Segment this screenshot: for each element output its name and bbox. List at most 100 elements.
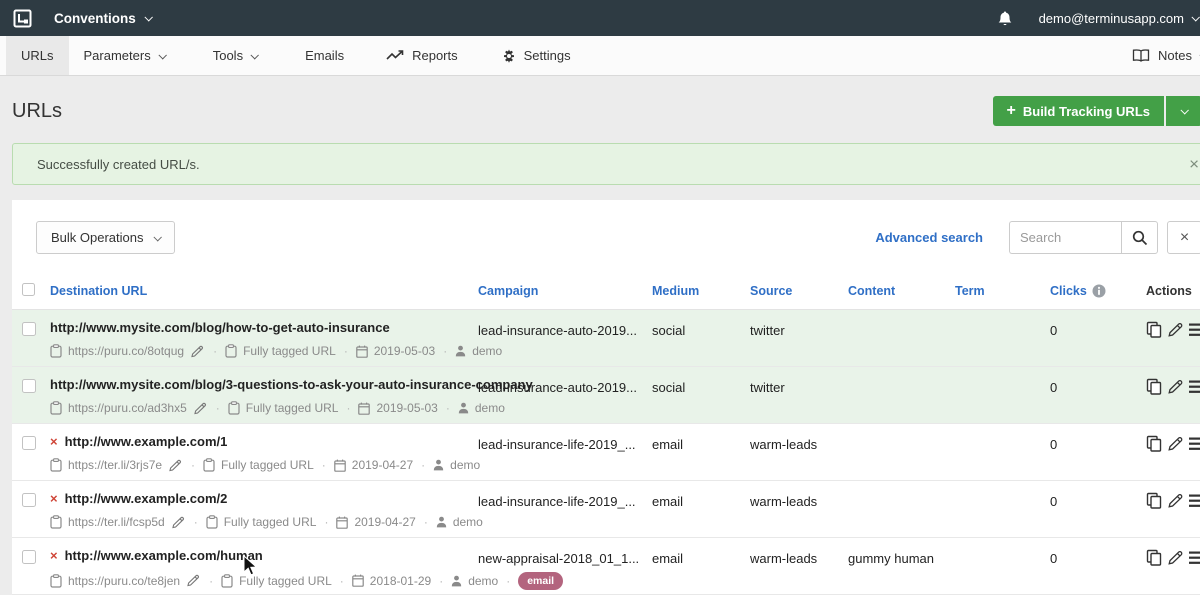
- short-url-link[interactable]: https://puru.co/8otqug: [68, 344, 184, 358]
- column-header-campaign[interactable]: Campaign: [478, 275, 652, 310]
- menu-icon[interactable]: [1189, 550, 1200, 566]
- tab-settings[interactable]: Settings: [487, 36, 586, 75]
- edit-action-button[interactable]: [1167, 550, 1184, 566]
- table-row: http://www.mysite.com/blog/how-to-get-au…: [12, 310, 1200, 367]
- pencil-icon[interactable]: [1167, 379, 1184, 395]
- destination-url-link[interactable]: http://www.mysite.com/blog/how-to-get-au…: [50, 320, 478, 335]
- row-checkbox[interactable]: [22, 493, 36, 507]
- chevron-down-icon: [1191, 13, 1199, 21]
- copy-tagged-url-icon[interactable]: [225, 344, 237, 358]
- pencil-icon[interactable]: [1167, 436, 1184, 452]
- menu-icon[interactable]: [1189, 322, 1200, 338]
- edit-short-url-icon[interactable]: [171, 516, 186, 529]
- copy-short-url-icon[interactable]: [50, 574, 62, 588]
- conventions-label: Conventions: [54, 11, 136, 26]
- column-header-clicks[interactable]: Clicks: [1050, 275, 1146, 310]
- copy-short-url-icon[interactable]: [50, 515, 62, 529]
- search-button[interactable]: [1121, 221, 1158, 254]
- medium-cell: email: [652, 424, 750, 481]
- bulk-operations-button[interactable]: Bulk Operations: [36, 221, 175, 254]
- more-actions-menu-button[interactable]: [1189, 379, 1200, 395]
- copy-icon[interactable]: [1146, 549, 1162, 566]
- tab-urls[interactable]: URLs: [6, 36, 69, 75]
- tab-emails-label: Emails: [305, 48, 344, 63]
- conventions-menu[interactable]: Conventions: [54, 11, 151, 26]
- pencil-icon[interactable]: [1167, 322, 1184, 338]
- copy-icon[interactable]: [1146, 378, 1162, 395]
- destination-url-text: http://www.example.com/2: [65, 491, 228, 506]
- tab-reports[interactable]: Reports: [371, 36, 473, 75]
- column-header-destination[interactable]: Destination URL: [50, 275, 478, 310]
- short-url-link[interactable]: https://puru.co/ad3hx5: [68, 401, 187, 415]
- advanced-search-link[interactable]: Advanced search: [875, 230, 983, 245]
- info-icon[interactable]: [1092, 284, 1106, 298]
- edit-action-button[interactable]: [1167, 493, 1184, 509]
- account-menu[interactable]: demo@terminusapp.com: [1039, 11, 1200, 26]
- destination-url-link[interactable]: ×http://www.example.com/2: [50, 491, 478, 506]
- tab-emails[interactable]: Emails: [290, 36, 359, 75]
- pencil-icon[interactable]: [1167, 493, 1184, 509]
- column-header-source[interactable]: Source: [750, 275, 848, 310]
- column-header-medium[interactable]: Medium: [652, 275, 750, 310]
- column-header-content[interactable]: Content: [848, 275, 955, 310]
- short-url-link[interactable]: https://puru.co/te8jen: [68, 574, 180, 588]
- terminus-logo-icon[interactable]: [13, 9, 32, 28]
- more-actions-menu-button[interactable]: [1189, 322, 1200, 338]
- destination-url-link[interactable]: ×http://www.example.com/1: [50, 434, 478, 449]
- edit-short-url-icon[interactable]: [168, 459, 183, 472]
- copy-tagged-url-icon[interactable]: [228, 401, 240, 415]
- more-actions-menu-button[interactable]: [1189, 493, 1200, 509]
- destination-url-link[interactable]: http://www.mysite.com/blog/3-questions-t…: [50, 377, 478, 392]
- clear-search-button[interactable]: ×: [1167, 221, 1200, 254]
- pencil-icon[interactable]: [1167, 550, 1184, 566]
- column-header-term[interactable]: Term: [955, 275, 1050, 310]
- row-checkbox[interactable]: [22, 550, 36, 564]
- column-header-actions[interactable]: Actions: [1146, 275, 1200, 310]
- medium-cell: email: [652, 538, 750, 595]
- edit-action-button[interactable]: [1167, 379, 1184, 395]
- alert-close-icon[interactable]: ×: [1189, 156, 1199, 173]
- duplicate-action-button[interactable]: [1146, 378, 1162, 395]
- column-header-clicks-label: Clicks: [1050, 284, 1087, 298]
- duplicate-action-button[interactable]: [1146, 492, 1162, 509]
- duplicate-action-button[interactable]: [1146, 549, 1162, 566]
- edit-short-url-icon[interactable]: [190, 345, 205, 358]
- copy-tagged-url-icon[interactable]: [203, 458, 215, 472]
- copy-icon[interactable]: [1146, 435, 1162, 452]
- build-tracking-urls-dropdown-button[interactable]: [1166, 96, 1200, 126]
- row-checkbox[interactable]: [22, 436, 36, 450]
- duplicate-action-button[interactable]: [1146, 321, 1162, 338]
- row-actions: [1146, 549, 1200, 566]
- row-actions: [1146, 321, 1200, 338]
- row-checkbox[interactable]: [22, 379, 36, 393]
- tab-parameters[interactable]: Parameters: [69, 36, 180, 75]
- campaign-cell: lead-insurance-life-2019_...: [478, 481, 652, 538]
- select-all-checkbox[interactable]: [22, 283, 35, 296]
- row-checkbox[interactable]: [22, 322, 36, 336]
- edit-action-button[interactable]: [1167, 436, 1184, 452]
- notes-menu[interactable]: Notes: [1117, 36, 1200, 75]
- copy-tagged-url-icon[interactable]: [221, 574, 233, 588]
- search-input[interactable]: [1009, 221, 1121, 254]
- copy-tagged-url-icon[interactable]: [206, 515, 218, 529]
- short-url-link[interactable]: https://ter.li/fcsp5d: [68, 515, 165, 529]
- copy-short-url-icon[interactable]: [50, 344, 62, 358]
- copy-icon[interactable]: [1146, 492, 1162, 509]
- tab-tools[interactable]: Tools: [198, 36, 272, 75]
- menu-icon[interactable]: [1189, 493, 1200, 509]
- short-url-link[interactable]: https://ter.li/3rjs7e: [68, 458, 162, 472]
- more-actions-menu-button[interactable]: [1189, 550, 1200, 566]
- build-tracking-urls-button[interactable]: + Build Tracking URLs: [993, 96, 1164, 126]
- duplicate-action-button[interactable]: [1146, 435, 1162, 452]
- copy-short-url-icon[interactable]: [50, 458, 62, 472]
- copy-short-url-icon[interactable]: [50, 401, 62, 415]
- notifications-bell-icon[interactable]: [997, 10, 1013, 27]
- copy-icon[interactable]: [1146, 321, 1162, 338]
- edit-action-button[interactable]: [1167, 322, 1184, 338]
- edit-short-url-icon[interactable]: [186, 574, 201, 587]
- destination-url-link[interactable]: ×http://www.example.com/human: [50, 548, 478, 563]
- menu-icon[interactable]: [1189, 436, 1200, 452]
- more-actions-menu-button[interactable]: [1189, 436, 1200, 452]
- menu-icon[interactable]: [1189, 379, 1200, 395]
- edit-short-url-icon[interactable]: [193, 402, 208, 415]
